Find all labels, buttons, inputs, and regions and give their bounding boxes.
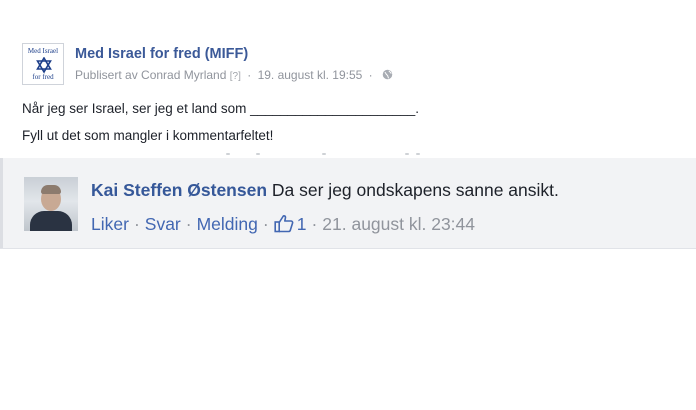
avatar-hair bbox=[41, 185, 61, 194]
help-marker[interactable]: [?] bbox=[230, 71, 241, 82]
post-text-line2: Fyll ut det som mangler i kommentarfelte… bbox=[22, 128, 274, 143]
reply-link[interactable]: Svar bbox=[145, 214, 181, 234]
star-of-david-icon bbox=[36, 57, 52, 73]
post-text-line1: Når jeg ser Israel, ser jeg et land som … bbox=[22, 101, 420, 116]
meta-separator: · bbox=[247, 68, 252, 82]
message-link[interactable]: Melding bbox=[197, 214, 258, 234]
globe-icon[interactable] bbox=[382, 69, 393, 80]
page-logo[interactable]: Med Israel for fred bbox=[22, 43, 64, 85]
post-card: Med Israel for fred Med Israel for fred … bbox=[0, 0, 696, 158]
like-link[interactable]: Liker bbox=[91, 214, 129, 234]
comment-box-edge bbox=[0, 158, 3, 248]
post-timestamp[interactable]: 19. august kl. 19:55 bbox=[258, 68, 363, 82]
avatar[interactable] bbox=[24, 177, 78, 231]
comment-timestamp[interactable]: 21. august kl. 23:44 bbox=[322, 214, 475, 234]
action-separator: · bbox=[311, 214, 318, 234]
logo-text-top: Med Israel bbox=[27, 47, 59, 55]
comment-author-link[interactable]: Kai Steffen Østensen bbox=[91, 180, 267, 200]
comment-box bbox=[0, 158, 696, 249]
comment-actions: Liker · Svar · Melding · 1 · 21. august kl. 23:… bbox=[91, 214, 475, 235]
published-by[interactable]: Publisert av Conrad Myrland bbox=[75, 68, 226, 82]
action-separator: · bbox=[185, 214, 192, 234]
logo-text-bottom: for fred bbox=[32, 73, 54, 81]
comment-line: Kai Steffen Østensen Da ser jeg ondskape… bbox=[91, 180, 559, 201]
comment-text: Da ser jeg ondskapens sanne ansikt. bbox=[271, 180, 559, 200]
action-separator: · bbox=[133, 214, 140, 234]
page-name-link[interactable]: Med Israel for fred (MIFF) bbox=[75, 46, 248, 62]
meta-separator: · bbox=[368, 68, 373, 82]
cut-off-text-row bbox=[0, 151, 696, 158]
post-meta: Publisert av Conrad Myrland [?] · 19. au… bbox=[75, 68, 393, 82]
action-separator: · bbox=[262, 214, 269, 234]
like-count[interactable]: 1 bbox=[297, 214, 307, 234]
avatar-body bbox=[30, 211, 72, 231]
thumbs-up-icon[interactable] bbox=[274, 214, 294, 233]
